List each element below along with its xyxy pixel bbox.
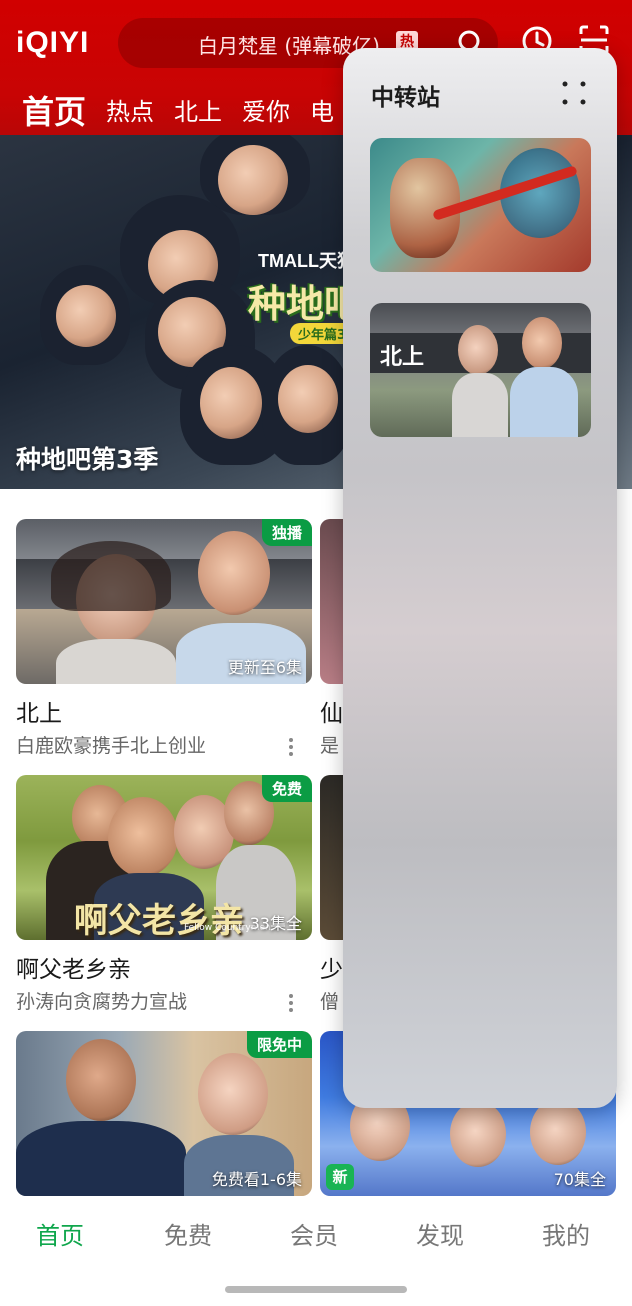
video-thumbnail: 独播 更新至6集: [16, 519, 312, 684]
transfer-item-title: 北上: [380, 345, 425, 370]
nav-discover[interactable]: 发现: [416, 1216, 464, 1251]
new-badge: 新: [326, 1164, 354, 1190]
video-subtitle: 是: [320, 735, 340, 757]
drag-handle-icon[interactable]: [559, 78, 589, 108]
nav-home[interactable]: 首页: [36, 1216, 84, 1251]
tab-love[interactable]: 爱你: [242, 94, 290, 130]
episode-info: 免费看1-6集: [211, 1170, 302, 1189]
hero-figure: [56, 285, 116, 347]
hero-figure: [218, 145, 288, 215]
tmall-tag: TMALL天猫: [258, 251, 355, 271]
tab-home[interactable]: 首页: [22, 94, 86, 130]
hero-title: 种地吧第3季: [16, 445, 159, 474]
video-thumbnail: 啊父老乡亲 Fellow Countrymen 免费 33集全: [16, 775, 312, 940]
limited-free-badge: 限免中: [246, 1031, 312, 1058]
tab-more[interactable]: 电: [310, 94, 334, 130]
hero-figure: [200, 367, 262, 439]
tab-beishang[interactable]: 北上: [174, 94, 222, 130]
video-thumbnail: 限免中 免费看1-6集: [16, 1031, 312, 1196]
channel-tabs: 首页 热点 北上 爱你 电: [0, 84, 360, 130]
panel-title: 中转站: [371, 85, 440, 111]
transfer-item[interactable]: [370, 138, 591, 272]
video-subtitle: 僧: [320, 991, 340, 1013]
transfer-station-panel[interactable]: 中转站 北上: [343, 48, 617, 1108]
exclusive-badge: 独播: [261, 519, 312, 546]
video-title: 少: [320, 957, 343, 983]
video-subtitle: 孙涛向贪腐势力宣战: [16, 991, 188, 1013]
video-title: 啊父老乡亲: [16, 957, 131, 983]
more-options-icon[interactable]: [286, 991, 296, 1015]
home-indicator[interactable]: [225, 1286, 407, 1293]
video-title: 北上: [16, 701, 62, 727]
episode-info: 更新至6集: [227, 658, 302, 677]
video-subtitle: 白鹿欧豪携手北上创业: [16, 735, 207, 757]
video-title: 仙: [320, 701, 343, 727]
episode-info: 70集全: [553, 1170, 606, 1189]
iqiyi-logo[interactable]: iQIYI: [16, 26, 89, 62]
free-badge: 免费: [261, 775, 312, 802]
nav-free[interactable]: 免费: [164, 1216, 212, 1251]
episode-info: 33集全: [249, 914, 302, 933]
transfer-item[interactable]: 北上: [370, 303, 591, 437]
nav-vip[interactable]: 会员: [290, 1216, 338, 1251]
tab-hot[interactable]: 热点: [106, 94, 154, 130]
more-options-icon[interactable]: [286, 735, 296, 759]
nav-me[interactable]: 我的: [542, 1216, 590, 1251]
hero-figure: [278, 365, 338, 433]
